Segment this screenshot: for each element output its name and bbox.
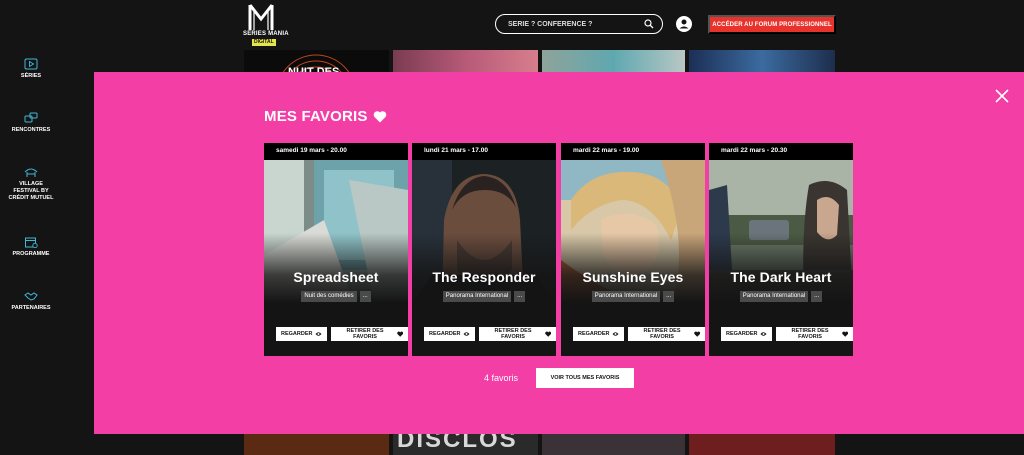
card-more-tag[interactable]: ... [359,291,371,302]
favorite-card[interactable]: mardi 22 mars - 20.30 The Dark Heart Pan… [709,143,853,356]
watch-button-label: REGARDER [429,331,461,337]
remove-favorite-label: RETIRER DES FAVORIS [346,328,384,340]
card-title: The Responder [432,269,536,285]
card-tag[interactable]: Panorama International [591,291,661,302]
favorite-card[interactable]: mardi 22 mars - 19.00 Sunshine Eyes Pano… [561,143,705,356]
background-tile: DISCLOS [393,434,538,455]
eye-icon [612,332,619,336]
eye-icon [463,332,470,336]
card-more-tag[interactable]: ... [663,291,675,302]
sidebar-item-village[interactable]: VILLAGE FESTIVAL BY CRÉDIT MUTUEL [0,166,62,202]
heart-icon [373,111,386,123]
sidebar-item-rencontres[interactable]: RENCONTRES [0,112,62,134]
sidebar-item-label: SÉRIES [20,73,42,79]
chat-icon [24,112,38,123]
series-mania-logo[interactable]: SERIES MANIA DIGITAL [243,3,289,47]
sidebar-item-label: RENCONTRES [11,127,51,133]
card-actions: REGARDER RETIRER DES FAVORIS [424,327,556,341]
card-more-tag[interactable]: ... [514,291,526,302]
village-icon [24,168,38,177]
card-date: lundi 21 mars - 17.00 [412,143,556,160]
background-tile [244,434,389,455]
user-account-icon[interactable] [676,16,692,32]
heart-icon [396,331,403,337]
background-tile [542,434,685,455]
watch-button-label: REGARDER [281,331,313,337]
card-tags: Nuit des comédies ... [264,291,408,302]
search-input[interactable] [508,17,638,31]
card-actions: REGARDER RETIRER DES FAVORIS [276,327,408,341]
remove-favorite-button[interactable]: RETIRER DES FAVORIS [628,327,705,341]
remove-favorite-label: RETIRER DES FAVORIS [791,328,829,340]
card-date: mardi 22 mars - 20.30 [709,143,853,160]
card-tag[interactable]: Nuit des comédies [301,291,357,302]
eye-icon [760,332,767,336]
sidebar-item-label: PROGRAMME [12,251,50,257]
background-bottom-text: DISCLOS [397,434,518,453]
play-icon [24,58,38,70]
background-tile [689,434,835,455]
remove-favorite-button[interactable]: RETIRER DES FAVORIS [331,327,408,341]
watch-button[interactable]: REGARDER [573,327,625,341]
professional-forum-button[interactable]: ACCÉDER AU FORUM PROFESSIONNEL [708,15,836,34]
card-date: mardi 22 mars - 19.00 [561,143,705,160]
top-header: SERIES MANIA DIGITAL ACCÉDER AU FORUM PR… [0,0,1024,50]
card-title: Sunshine Eyes [582,269,684,285]
card-actions: REGARDER RETIRER DES FAVORIS [721,327,853,341]
sidebar: SÉRIES RENCONTRES VILLAGE FESTIVAL BY CR… [0,50,62,455]
remove-favorite-label: RETIRER DES FAVORIS [643,328,681,340]
watch-button-label: REGARDER [578,331,610,337]
sidebar-item-label: PARTENAIRES [11,305,51,311]
search-bar[interactable] [495,14,663,34]
watch-button-label: REGARDER [726,331,758,337]
page: NUIT DES DISCLOS SERIES MANIA DIGITAL SÉ… [0,0,1024,455]
card-title: Spreadsheet [293,269,379,285]
logo-m-icon [248,4,274,30]
watch-button[interactable]: REGARDER [721,327,773,341]
watch-button[interactable]: REGARDER [424,327,476,341]
remove-favorite-button[interactable]: RETIRER DES FAVORIS [479,327,556,341]
handshake-icon [24,292,38,301]
card-tags: Panorama International ... [561,291,705,302]
heart-icon [841,331,848,337]
card-tag[interactable]: Panorama International [442,291,512,302]
card-tags: Panorama International ... [709,291,853,302]
sidebar-item-label: VILLAGE FESTIVAL BY CRÉDIT MUTUEL [8,181,54,201]
favorite-card[interactable]: lundi 21 mars - 17.00 The Responder Pano… [412,143,556,356]
eye-icon [315,332,322,336]
sidebar-item-series[interactable]: SÉRIES [0,58,62,80]
search-icon[interactable] [644,19,654,29]
heart-icon [693,331,700,337]
favorites-count: 4 favoris [484,373,519,383]
close-icon[interactable] [995,89,1009,103]
see-all-favorites-button[interactable]: VOIR TOUS MES FAVORIS [536,368,634,388]
logo-text: SERIES MANIA [243,31,289,37]
favorites-title-text: MES FAVORIS [264,108,368,125]
sidebar-item-partenaires[interactable]: PARTENAIRES [0,290,62,312]
remove-favorite-label: RETIRER DES FAVORIS [494,328,532,340]
sidebar-item-programme[interactable]: PROGRAMME [0,236,62,258]
card-tag[interactable]: Panorama International [739,291,809,302]
remove-favorite-button[interactable]: RETIRER DES FAVORIS [776,327,853,341]
logo-tag: DIGITAL [252,39,276,46]
card-date: samedi 19 mars - 20.00 [264,143,408,160]
favorites-title: MES FAVORIS [264,108,387,125]
calendar-icon [25,237,38,248]
card-more-tag[interactable]: ... [811,291,823,302]
favorite-card[interactable]: samedi 19 mars - 20.00 Spreadsheet Nuit … [264,143,408,356]
watch-button[interactable]: REGARDER [276,327,328,341]
card-actions: REGARDER RETIRER DES FAVORIS [573,327,705,341]
card-tags: Panorama International ... [412,291,556,302]
heart-icon [544,331,551,337]
card-title: The Dark Heart [730,269,832,285]
